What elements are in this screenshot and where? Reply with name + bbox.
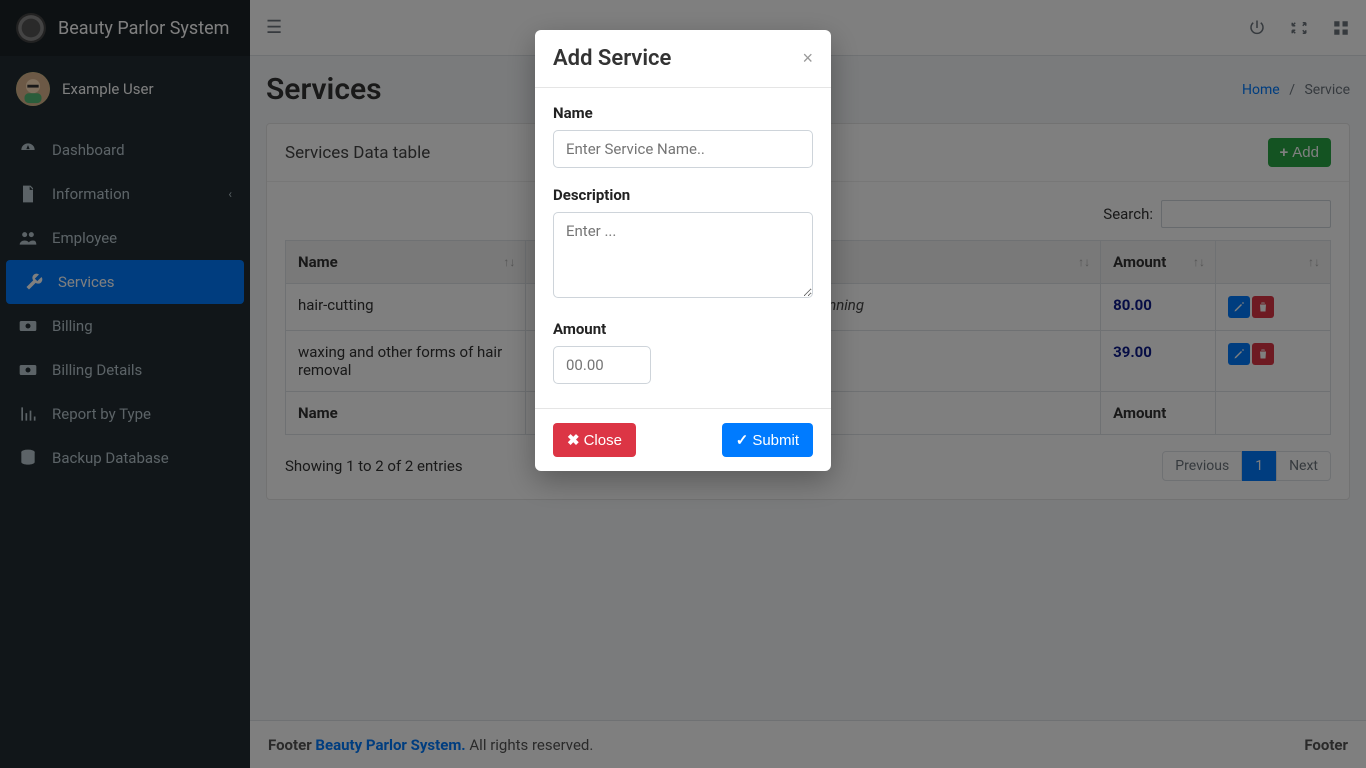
amount-input[interactable] bbox=[553, 346, 651, 384]
submit-button-label: Submit bbox=[752, 432, 799, 449]
description-input[interactable] bbox=[553, 212, 813, 298]
description-field-label: Description bbox=[553, 186, 813, 204]
name-input[interactable] bbox=[553, 130, 813, 168]
modal-close-button[interactable]: × bbox=[802, 48, 813, 69]
modal-body: Name Description Amount bbox=[535, 88, 831, 408]
modal-header: Add Service × bbox=[535, 30, 831, 88]
submit-button[interactable]: ✓ Submit bbox=[722, 423, 813, 457]
check-icon: ✓ bbox=[736, 431, 749, 449]
modal-title: Add Service bbox=[553, 46, 671, 71]
add-service-modal: Add Service × Name Description Amount ✖ … bbox=[535, 30, 831, 471]
close-icon: ✖ bbox=[567, 431, 580, 449]
close-button-label: Close bbox=[584, 432, 622, 449]
close-button[interactable]: ✖ Close bbox=[553, 423, 636, 457]
name-field-label: Name bbox=[553, 104, 813, 122]
modal-footer: ✖ Close ✓ Submit bbox=[535, 408, 831, 471]
amount-field-label: Amount bbox=[553, 320, 813, 338]
